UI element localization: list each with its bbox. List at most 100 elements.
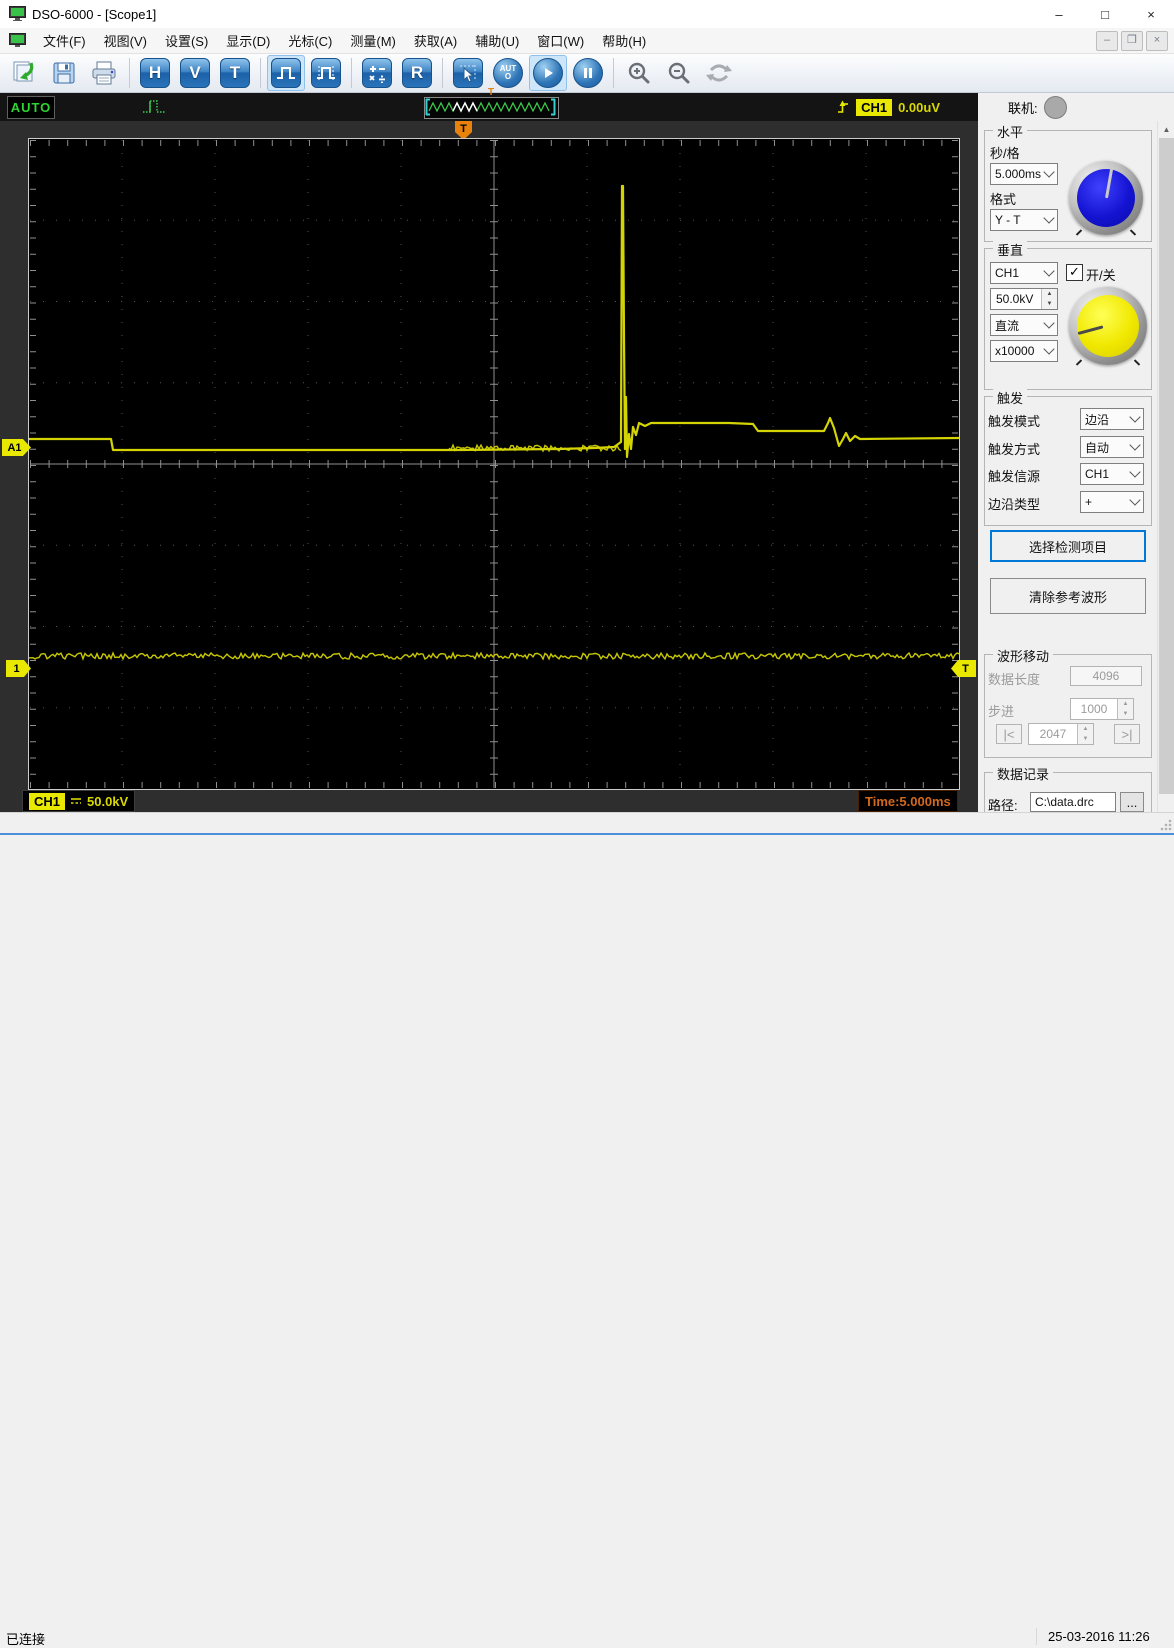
datetime-label: 25-03-2016 11:26	[1048, 1629, 1150, 1644]
cursor-tool-button[interactable]	[449, 55, 487, 91]
trigger-panel-button[interactable]: T	[216, 55, 254, 91]
title-bar: DSO-6000 - [Scope1] – □ ×	[0, 0, 1174, 29]
zoom-in-icon	[626, 60, 652, 86]
menu-display[interactable]: 显示(D)	[217, 27, 279, 54]
scrollbar-thumb[interactable]	[1159, 138, 1174, 794]
coupling-value: 直流	[995, 317, 1019, 334]
panel-scrollbar[interactable]: ▲ ▼	[1157, 121, 1174, 812]
data-record-title: 数据记录	[993, 764, 1053, 783]
menu-file[interactable]: 文件(F)	[34, 27, 95, 54]
probe-select[interactable]: x10000	[990, 340, 1058, 362]
mdi-close-button[interactable]: ×	[1146, 31, 1168, 51]
h-letter-icon: H	[140, 58, 170, 88]
format-value: Y - T	[995, 213, 1021, 227]
preview-wave-highlight	[453, 103, 477, 111]
zoom-in-button[interactable]	[620, 55, 658, 91]
chevron-down-icon	[1129, 466, 1140, 477]
pause-icon	[573, 58, 603, 88]
chevron-down-icon	[1129, 494, 1140, 505]
chevron-down-icon	[1043, 166, 1054, 177]
scroll-up-icon[interactable]: ▲	[1158, 121, 1174, 138]
minimize-button[interactable]: –	[1036, 0, 1082, 28]
pulse-icon	[271, 58, 301, 88]
horizontal-knob[interactable]	[1069, 161, 1143, 235]
sec-per-div-value: 5.000ms	[995, 167, 1041, 181]
volt-scale-spinner[interactable]: 50.0kV ▲▼	[990, 288, 1058, 310]
compare-waveform-button[interactable]	[700, 55, 738, 91]
browse-button[interactable]: ...	[1120, 792, 1144, 812]
sec-per-div-label: 秒/格	[990, 143, 1020, 162]
maximize-button[interactable]: □	[1082, 0, 1128, 28]
close-button[interactable]: ×	[1128, 0, 1174, 28]
edge-type-select[interactable]: +	[1080, 491, 1144, 513]
format-select[interactable]: Y - T	[990, 209, 1058, 231]
run-button[interactable]	[529, 55, 567, 91]
mdi-minimize-button[interactable]: –	[1096, 31, 1118, 51]
pulse-display-button[interactable]	[267, 55, 305, 91]
online-label: 联机:	[1008, 98, 1038, 117]
scope-plot[interactable]	[28, 138, 960, 790]
step-label: 步进	[988, 701, 1014, 720]
position-value: 2047	[1029, 724, 1077, 744]
coupling-select[interactable]: 直流	[990, 314, 1058, 336]
open-file-button[interactable]	[5, 55, 43, 91]
status-bar: 已连接 25-03-2016 11:26	[0, 812, 1174, 835]
mdi-restore-button[interactable]: ❐	[1121, 31, 1143, 51]
channel-scale-readout: CH1 50.0kV	[22, 790, 135, 812]
toolbar-separator	[260, 58, 261, 88]
acquisition-status-badge: AUTO	[7, 96, 55, 119]
spin-up-icon[interactable]: ▲	[1042, 289, 1057, 299]
trigger-sweep-select[interactable]: 自动	[1080, 436, 1144, 458]
dc-coupling-icon	[70, 796, 82, 806]
menu-utility[interactable]: 辅助(U)	[466, 27, 528, 54]
reference-marker[interactable]: A1	[2, 439, 31, 456]
t-letter-icon: T	[220, 58, 250, 88]
scope-display-region: AUTO T CH1 0.00uV T	[0, 93, 978, 812]
math-button[interactable]	[358, 55, 396, 91]
channel-onoff-checkbox[interactable]: ✓	[1066, 264, 1083, 281]
sec-per-div-select[interactable]: 5.000ms	[990, 163, 1058, 185]
clear-reference-button[interactable]: 清除参考波形	[990, 578, 1146, 614]
waveform-preview-pan[interactable]: T	[424, 97, 559, 119]
horizontal-panel-button[interactable]: H	[136, 55, 174, 91]
spin-down-icon[interactable]: ▼	[1042, 299, 1057, 309]
pulse-measure-button[interactable]	[307, 55, 345, 91]
print-button[interactable]	[85, 55, 123, 91]
menu-acquire[interactable]: 获取(A)	[405, 27, 466, 54]
reference-button[interactable]: R	[398, 55, 436, 91]
menu-bar: 文件(F) 视图(V) 设置(S) 显示(D) 光标(C) 测量(M) 获取(A…	[0, 28, 1174, 54]
menu-measure[interactable]: 测量(M)	[341, 27, 405, 54]
open-file-icon	[10, 59, 38, 87]
auto-setup-button[interactable]: AUTO	[489, 55, 527, 91]
path-field[interactable]: C:\data.drc	[1030, 792, 1116, 812]
save-button[interactable]	[45, 55, 83, 91]
step-spinner: 1000 ▲▼	[1070, 698, 1134, 720]
toolbar-separator	[442, 58, 443, 88]
menu-view[interactable]: 视图(V)	[95, 27, 156, 54]
trigger-source-select[interactable]: CH1	[1080, 463, 1144, 485]
preview-trigger-marker[interactable]: T	[485, 87, 497, 98]
trigger-sweep-value: 自动	[1085, 439, 1109, 456]
spin-down-icon: ▼	[1078, 734, 1093, 744]
chevron-down-icon	[1043, 265, 1054, 276]
select-test-items-button[interactable]: 选择检测项目	[990, 530, 1146, 562]
menu-settings[interactable]: 设置(S)	[156, 27, 217, 54]
channel-select[interactable]: CH1	[990, 262, 1058, 284]
online-status-area: 联机:	[978, 93, 1174, 121]
vertical-knob[interactable]	[1069, 287, 1147, 365]
go-last-button: >|	[1114, 724, 1140, 744]
menu-window[interactable]: 窗口(W)	[528, 27, 593, 54]
menu-cursor[interactable]: 光标(C)	[279, 27, 341, 54]
toolbar-separator	[129, 58, 130, 88]
trigger-mode-select[interactable]: 边沿	[1080, 408, 1144, 430]
resize-grip[interactable]	[1160, 819, 1172, 831]
vertical-group-title: 垂直	[993, 240, 1027, 259]
pause-button[interactable]	[569, 55, 607, 91]
probe-value: x10000	[995, 344, 1034, 358]
go-first-button: |<	[996, 724, 1022, 744]
channel-onoff-label: 开/关	[1086, 265, 1116, 284]
vertical-panel-button[interactable]: V	[176, 55, 214, 91]
menu-help[interactable]: 帮助(H)	[593, 27, 655, 54]
zoom-out-button[interactable]	[660, 55, 698, 91]
volt-scale-value: 50.0kV	[991, 289, 1041, 309]
